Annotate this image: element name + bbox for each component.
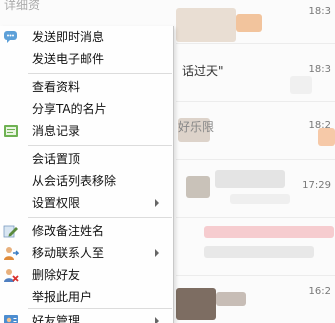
menu-item-share-card[interactable]: 分享TA的名片	[0, 98, 172, 120]
menu-item-label: 删除好友	[32, 268, 81, 282]
menu-item-delete-friend[interactable]: 删除好友	[0, 264, 172, 286]
blurred-content	[318, 128, 335, 146]
menu-separator	[28, 308, 172, 309]
menu-item-label: 消息记录	[32, 124, 81, 138]
blurred-content	[290, 76, 312, 94]
menu-item-set-permissions[interactable]: 设置权限	[0, 192, 172, 214]
menu-item-label: 修改备注姓名	[32, 224, 105, 238]
conversation-time: 18:3	[308, 64, 331, 75]
menu-item-view-profile[interactable]: 查看资料	[0, 76, 172, 98]
menu-item-label: 查看资料	[32, 80, 81, 94]
edit-pencil-icon	[3, 223, 19, 239]
menu-item-send-email[interactable]: 发送电子邮件	[0, 48, 172, 70]
menu-item-label: 分享TA的名片	[32, 102, 107, 116]
submenu-arrow-icon	[155, 249, 159, 257]
menu-item-report-user[interactable]: 举报此用户	[0, 286, 172, 308]
avatar-blurred	[236, 14, 262, 32]
menu-item-label: 发送即时消息	[32, 30, 105, 44]
message-log-icon	[3, 123, 19, 139]
conversation-time: 18:3	[308, 6, 331, 17]
menu-item-message-history[interactable]: 消息记录	[0, 120, 172, 142]
blurred-content	[215, 170, 285, 188]
blurred-content	[204, 226, 334, 238]
conversation-preview: 好乐限	[178, 120, 215, 134]
menu-item-label: 从会话列表移除	[32, 174, 117, 188]
menu-separator	[28, 73, 172, 74]
contact-card-icon	[3, 313, 19, 323]
menu-item-label: 好友管理	[32, 314, 81, 323]
menu-item-edit-remark-name[interactable]: 修改备注姓名	[0, 220, 172, 242]
avatar-blurred	[176, 288, 216, 320]
menu-item-label: 会话置顶	[32, 152, 81, 166]
conversation-time: 17:29	[302, 180, 331, 191]
menu-separator	[28, 145, 172, 146]
menu-item-remove-from-list[interactable]: 从会话列表移除	[0, 170, 172, 192]
submenu-arrow-icon	[155, 317, 159, 323]
menu-item-pin-conversation[interactable]: 会话置顶	[0, 148, 172, 170]
move-contact-icon	[3, 245, 20, 261]
conversation-preview: 话过天"	[182, 64, 224, 78]
conversation-time: 16:2	[308, 286, 331, 297]
avatar-blurred	[186, 176, 210, 198]
menu-item-label: 发送电子邮件	[32, 52, 105, 66]
menu-separator	[28, 217, 172, 218]
blurred-content	[230, 194, 290, 204]
delete-contact-icon	[3, 267, 19, 283]
menu-item-move-contact[interactable]: 移动联系人至	[0, 242, 172, 264]
menu-item-send-instant-message[interactable]: 发送即时消息	[0, 26, 172, 48]
menu-item-label: 设置权限	[32, 196, 81, 210]
qq-conversation-window: 详细资 18:3 18:3 18:2 17:29 16:2 话过天" 好乐限 发…	[0, 0, 335, 323]
avatar-blurred	[176, 8, 236, 42]
chat-bubble-icon	[3, 29, 19, 45]
contact-context-menu: 发送即时消息 发送电子邮件 查看资料 分享TA的名片 消息记录 会话置顶 从会话…	[0, 26, 174, 323]
menu-item-friend-management[interactable]: 好友管理	[0, 310, 172, 323]
menu-item-label: 举报此用户	[32, 290, 93, 304]
submenu-arrow-icon	[155, 199, 159, 207]
blurred-content	[216, 292, 246, 306]
menu-item-label: 移动联系人至	[32, 246, 105, 260]
blurred-content	[204, 246, 314, 258]
